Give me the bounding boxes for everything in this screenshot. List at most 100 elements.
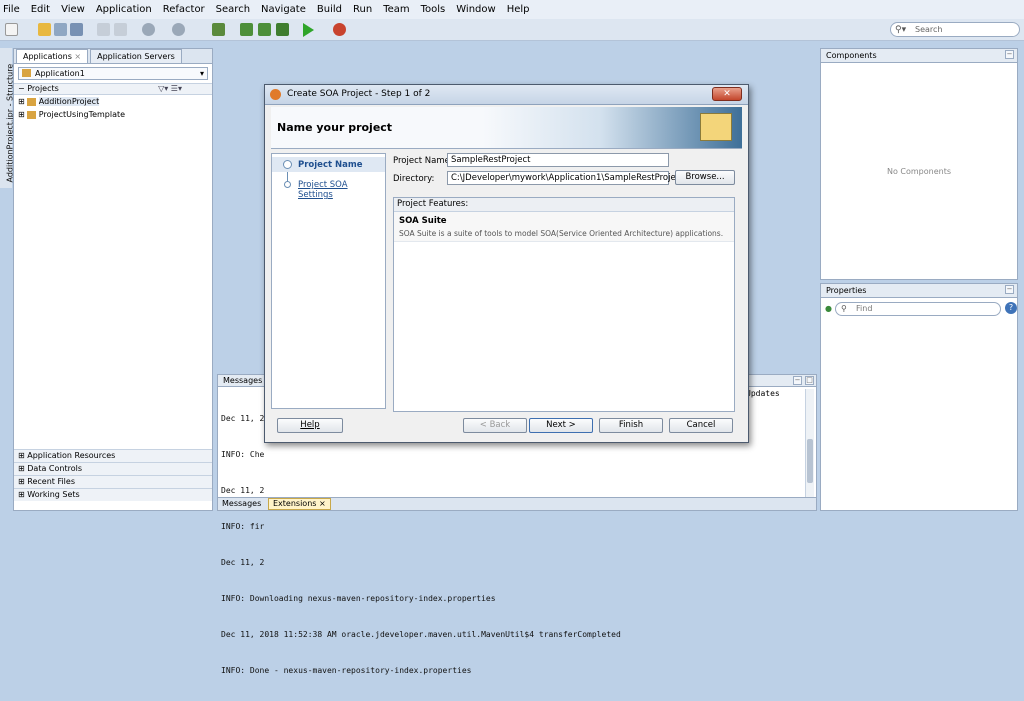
application-resources-section[interactable]: ⊞ Application Resources — [14, 449, 212, 462]
scrollbar-thumb[interactable] — [807, 439, 813, 483]
properties-panel: Properties − ● ⚲ Find ? — [820, 283, 1018, 511]
save-all-icon[interactable] — [70, 23, 83, 36]
browse-button[interactable]: Browse... — [675, 170, 735, 185]
cancel-button[interactable]: Cancel — [669, 418, 733, 433]
back-button[interactable]: < Back — [463, 418, 527, 433]
search-icon: ⚲ — [841, 304, 847, 313]
menu-edit[interactable]: Edit — [31, 4, 50, 15]
project-icon — [27, 97, 37, 106]
log-line: INFO: fir — [221, 522, 265, 531]
project-name-input[interactable]: SampleRestProject — [447, 153, 669, 167]
project-features-header: Project Features: — [394, 198, 734, 212]
step-pending-icon — [284, 181, 291, 188]
search-input[interactable]: ⚲▾ Search — [890, 22, 1020, 37]
dialog-footer: Help < Back Next > Finish Cancel — [271, 415, 742, 437]
redo-icon[interactable] — [114, 23, 127, 36]
no-components-text: No Components — [886, 167, 952, 176]
properties-find-input[interactable]: ⚲ Find — [835, 302, 1001, 316]
maximize-icon[interactable]: □ — [805, 376, 814, 385]
menu-window[interactable]: Window — [456, 4, 495, 15]
finish-button[interactable]: Finish — [599, 418, 663, 433]
tab-applications[interactable]: Applications × — [16, 49, 89, 63]
messages-tabs: Messages Extensions × — [218, 497, 816, 510]
banner-title: Name your project — [277, 121, 393, 134]
help-icon[interactable]: ? — [1005, 302, 1017, 314]
new-file-icon[interactable] — [5, 23, 18, 36]
chevron-down-icon: ▾ — [199, 69, 204, 78]
step-project-soa-settings[interactable]: Project SOA Settings — [298, 180, 385, 200]
log-line: Dec 11, 2 — [221, 558, 265, 567]
close-button[interactable]: ✕ — [712, 87, 742, 101]
menu-team[interactable]: Team — [383, 4, 409, 15]
main-toolbar — [0, 19, 1024, 41]
log-line: Dec 11, 2018 11:52:38 AM oracle.jdevelop… — [221, 630, 621, 639]
run-icon[interactable] — [303, 23, 314, 37]
applications-panel: Applications × Application Servers Appli… — [13, 48, 213, 511]
undo-icon[interactable] — [97, 23, 110, 36]
folder-icon — [700, 113, 732, 141]
menu-file[interactable]: File — [3, 4, 20, 15]
menu-search[interactable]: Search — [216, 4, 250, 15]
components-panel: Components − No Components — [820, 48, 1018, 280]
deploy-icon[interactable] — [258, 23, 271, 36]
scrollbar[interactable] — [805, 389, 814, 497]
data-controls-section[interactable]: ⊞ Data Controls — [14, 462, 212, 475]
wizard-steps: Project Name Project SOA Settings — [271, 153, 386, 409]
status-dot-icon: ● — [825, 304, 832, 313]
minimize-icon[interactable]: − — [1005, 50, 1014, 59]
directory-label: Directory: — [393, 174, 435, 184]
back-icon[interactable] — [142, 23, 155, 36]
debug-icon[interactable] — [333, 23, 346, 36]
recent-files-section[interactable]: ⊞ Recent Files — [14, 475, 212, 488]
applications-tab-row: Applications × Application Servers — [14, 49, 212, 64]
rebuild-icon[interactable] — [240, 23, 253, 36]
jdeveloper-icon — [270, 89, 281, 100]
step-current-icon — [283, 160, 292, 169]
tab-messages[interactable]: Messages — [222, 499, 261, 508]
log-line: INFO: Che — [221, 450, 265, 459]
project-features-panel: Project Features: SOA Suite SOA Suite is… — [393, 197, 735, 412]
feature-item[interactable]: SOA Suite SOA Suite is a suite of tools … — [394, 212, 734, 242]
feature-name: SOA Suite — [399, 216, 447, 226]
menu-view[interactable]: View — [61, 4, 85, 15]
filter-icon[interactable]: ▽▾ ☰▾ — [158, 84, 182, 94]
working-sets-section[interactable]: ⊞ Working Sets — [14, 488, 212, 501]
menu-refactor[interactable]: Refactor — [163, 4, 205, 15]
log-fragment: Updates — [746, 389, 780, 398]
tree-item[interactable]: ⊞ ProjectUsingTemplate — [14, 108, 212, 121]
menu-application[interactable]: Application — [96, 4, 152, 15]
log-line: Dec 11, 2 — [221, 486, 265, 495]
dialog-banner: Name your project — [271, 107, 742, 149]
search-icon: ⚲▾ — [895, 25, 907, 35]
menu-run[interactable]: Run — [353, 4, 372, 15]
forward-icon[interactable] — [172, 23, 185, 36]
project-tree: ⊞ AdditionProject ⊞ ProjectUsingTemplate — [14, 95, 212, 121]
save-icon[interactable] — [54, 23, 67, 36]
tree-item[interactable]: ⊞ AdditionProject — [14, 95, 212, 108]
tab-application-servers[interactable]: Application Servers — [90, 49, 182, 63]
help-button[interactable]: Help — [277, 418, 343, 433]
project-icon — [27, 110, 37, 119]
tab-extensions[interactable]: Extensions × — [268, 498, 331, 510]
projects-header[interactable]: − Projects ▽▾ ☰▾ — [14, 83, 212, 95]
menu-build[interactable]: Build — [317, 4, 342, 15]
minimize-icon[interactable]: − — [793, 376, 802, 385]
next-button[interactable]: Next > — [529, 418, 593, 433]
application-selector[interactable]: Application1 ▾ — [18, 67, 208, 80]
directory-input[interactable]: C:\JDeveloper\mywork\Application1\Sample… — [447, 171, 684, 185]
menu-navigate[interactable]: Navigate — [261, 4, 306, 15]
expand-icon: ⊞ — [18, 97, 25, 106]
create-soa-project-dialog: Create SOA Project - Step 1 of 2 ✕ Name … — [264, 84, 749, 443]
make-icon[interactable] — [212, 23, 225, 36]
application-icon — [22, 69, 31, 77]
step-project-name[interactable]: Project Name — [298, 160, 362, 170]
build-all-icon[interactable] — [276, 23, 289, 36]
minimize-icon[interactable]: − — [1005, 285, 1014, 294]
components-title-bar: Components − — [821, 49, 1017, 63]
open-folder-icon[interactable] — [38, 23, 51, 36]
properties-title-bar: Properties − — [821, 284, 1017, 298]
menu-bar: File Edit View Application Refactor Sear… — [0, 0, 1024, 19]
menu-help[interactable]: Help — [507, 4, 530, 15]
menu-tools[interactable]: Tools — [421, 4, 446, 15]
dialog-title-bar: Create SOA Project - Step 1 of 2 ✕ — [265, 85, 748, 105]
